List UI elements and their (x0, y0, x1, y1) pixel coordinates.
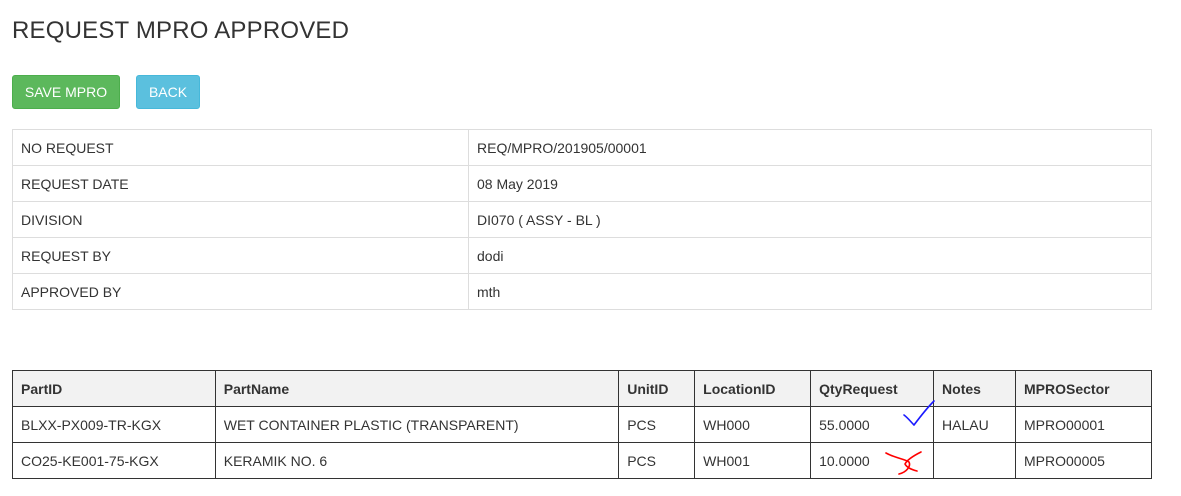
column-header-locationid[interactable]: LocationID (694, 370, 812, 407)
column-header-partid[interactable]: PartID (12, 370, 216, 407)
back-button[interactable]: BACK (136, 75, 200, 109)
cell-mprosector: MPRO00001 (1015, 406, 1152, 443)
info-value: REQ/MPRO/201905/00001 (468, 129, 1152, 166)
info-row-division: DIVISION DI070 ( ASSY - BL ) (12, 201, 1152, 238)
info-row-request-date: REQUEST DATE 08 May 2019 (12, 165, 1152, 202)
cell-qtyrequest: 55.0000 (810, 406, 935, 443)
table-row[interactable]: BLXX-PX009-TR-KGX WET CONTAINER PLASTIC … (12, 406, 1152, 443)
info-row-request-by: REQUEST BY dodi (12, 237, 1152, 274)
cell-unitid: PCS (618, 442, 696, 479)
cell-notes: HALAU (933, 406, 1016, 443)
info-row-approved-by: APPROVED BY mth (12, 273, 1152, 310)
column-header-unitid[interactable]: UnitID (618, 370, 696, 407)
cell-partname: WET CONTAINER PLASTIC (TRANSPARENT) (214, 406, 620, 443)
cell-mprosector: MPRO00005 (1015, 442, 1152, 479)
info-value: DI070 ( ASSY - BL ) (468, 201, 1152, 238)
info-value: 08 May 2019 (468, 165, 1152, 202)
table-header-row: PartID PartName UnitID LocationID QtyReq… (12, 370, 1152, 407)
cell-locationid: WH001 (694, 442, 812, 479)
info-label: APPROVED BY (12, 273, 469, 310)
cell-notes (933, 442, 1016, 479)
table-row[interactable]: CO25-KE001-75-KGX KERAMIK NO. 6 PCS WH00… (12, 442, 1152, 479)
column-header-partname[interactable]: PartName (214, 370, 620, 407)
cell-locationid: WH000 (694, 406, 812, 443)
info-label: REQUEST BY (12, 237, 469, 274)
column-header-mprosector[interactable]: MPROSector (1015, 370, 1152, 407)
column-header-notes[interactable]: Notes (933, 370, 1016, 407)
column-header-qtyrequest[interactable]: QtyRequest (810, 370, 935, 407)
page-title: REQUEST MPRO APPROVED (12, 17, 350, 44)
info-label: NO REQUEST (12, 129, 469, 166)
cell-partname: KERAMIK NO. 6 (214, 442, 620, 479)
info-label: REQUEST DATE (12, 165, 469, 202)
cell-unitid: PCS (618, 406, 696, 443)
save-mpro-button[interactable]: SAVE MPRO (12, 75, 120, 109)
cell-partid: CO25-KE001-75-KGX (12, 442, 216, 479)
cell-qtyrequest: 10.0000 (810, 442, 935, 479)
info-value: mth (468, 273, 1152, 310)
request-info-table: NO REQUEST REQ/MPRO/201905/00001 REQUEST… (12, 129, 1152, 310)
info-label: DIVISION (12, 201, 469, 238)
info-row-no-request: NO REQUEST REQ/MPRO/201905/00001 (12, 129, 1152, 166)
info-value: dodi (468, 237, 1152, 274)
items-table: PartID PartName UnitID LocationID QtyReq… (12, 370, 1152, 479)
cell-partid: BLXX-PX009-TR-KGX (12, 406, 216, 443)
page: REQUEST MPRO APPROVED SAVE MPRO BACK NO … (0, 0, 1181, 496)
